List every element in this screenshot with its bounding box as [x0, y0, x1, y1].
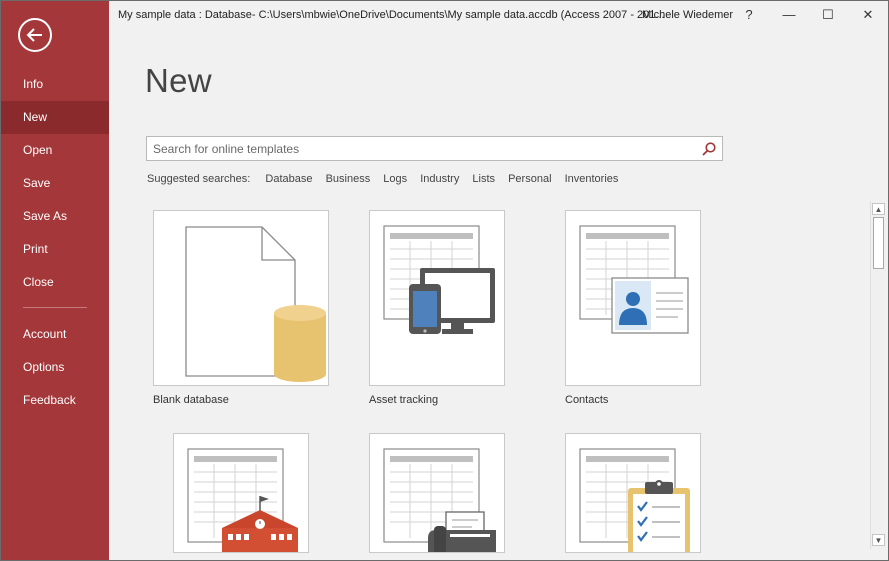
nav-open[interactable]: Open	[1, 134, 109, 167]
contacts-icon	[579, 225, 689, 334]
suggested-searches: Suggested searches: Database Business Lo…	[147, 173, 628, 185]
suggested-search-lists[interactable]: Lists	[472, 173, 495, 185]
template-asset-tracking[interactable]	[369, 210, 505, 386]
nav-info[interactable]: Info	[1, 68, 109, 101]
back-button[interactable]	[18, 18, 52, 52]
search-icon[interactable]	[701, 141, 717, 157]
nav-divider	[23, 307, 87, 308]
nav-save-as[interactable]: Save As	[1, 200, 109, 233]
suggested-search-industry[interactable]: Industry	[420, 173, 459, 185]
fax-icon	[383, 448, 496, 552]
template-label-asset-tracking: Asset tracking	[369, 394, 439, 406]
suggested-search-logs[interactable]: Logs	[383, 173, 407, 185]
account-name[interactable]: Michele Wiedemer	[642, 9, 733, 21]
back-arrow-icon	[26, 28, 42, 42]
scroll-down-button[interactable]: ▼	[872, 534, 885, 546]
task-checklist-icon	[579, 448, 690, 552]
document-title: My sample data : Database- C:\Users\mbwi…	[118, 9, 665, 21]
template-event-management[interactable]	[369, 433, 505, 553]
nav-print[interactable]: Print	[1, 233, 109, 266]
suggested-search-database[interactable]: Database	[265, 173, 312, 185]
close-window-button[interactable]: ✕	[858, 6, 878, 24]
nav-close[interactable]: Close	[1, 266, 109, 299]
backstage-sidebar: Info New Open Save Save As Print Close A…	[1, 1, 109, 560]
suggested-search-inventories[interactable]: Inventories	[565, 173, 619, 185]
scroll-up-button[interactable]: ▲	[872, 203, 885, 215]
nav-options[interactable]: Options	[1, 351, 109, 384]
template-contacts[interactable]	[565, 210, 701, 386]
template-search-input[interactable]	[153, 140, 693, 157]
help-button[interactable]: ?	[739, 6, 759, 24]
template-task-management[interactable]	[565, 433, 701, 553]
asset-tracking-icon	[383, 225, 495, 334]
school-icon	[187, 448, 298, 552]
page-title: New	[145, 62, 212, 99]
template-blank-database[interactable]	[153, 210, 329, 386]
scroll-thumb[interactable]	[873, 217, 884, 269]
maximize-button[interactable]: ☐	[818, 6, 838, 24]
template-search-box	[146, 136, 723, 161]
suggested-search-personal[interactable]: Personal	[508, 173, 551, 185]
suggested-search-business[interactable]: Business	[326, 173, 371, 185]
vertical-scrollbar[interactable]: ▲ ▼	[870, 201, 886, 549]
minimize-button[interactable]: —	[779, 6, 799, 24]
template-label-blank-database: Blank database	[153, 394, 229, 406]
title-bar: My sample data : Database- C:\Users\mbwi…	[109, 1, 888, 29]
template-label-contacts: Contacts	[565, 394, 609, 406]
template-students[interactable]	[173, 433, 309, 553]
nav-save[interactable]: Save	[1, 167, 109, 200]
suggested-searches-label: Suggested searches:	[147, 173, 251, 185]
nav-new[interactable]: New	[1, 101, 109, 134]
blank-database-icon	[185, 226, 326, 382]
nav-feedback[interactable]: Feedback	[1, 384, 109, 417]
nav-account[interactable]: Account	[1, 318, 109, 351]
